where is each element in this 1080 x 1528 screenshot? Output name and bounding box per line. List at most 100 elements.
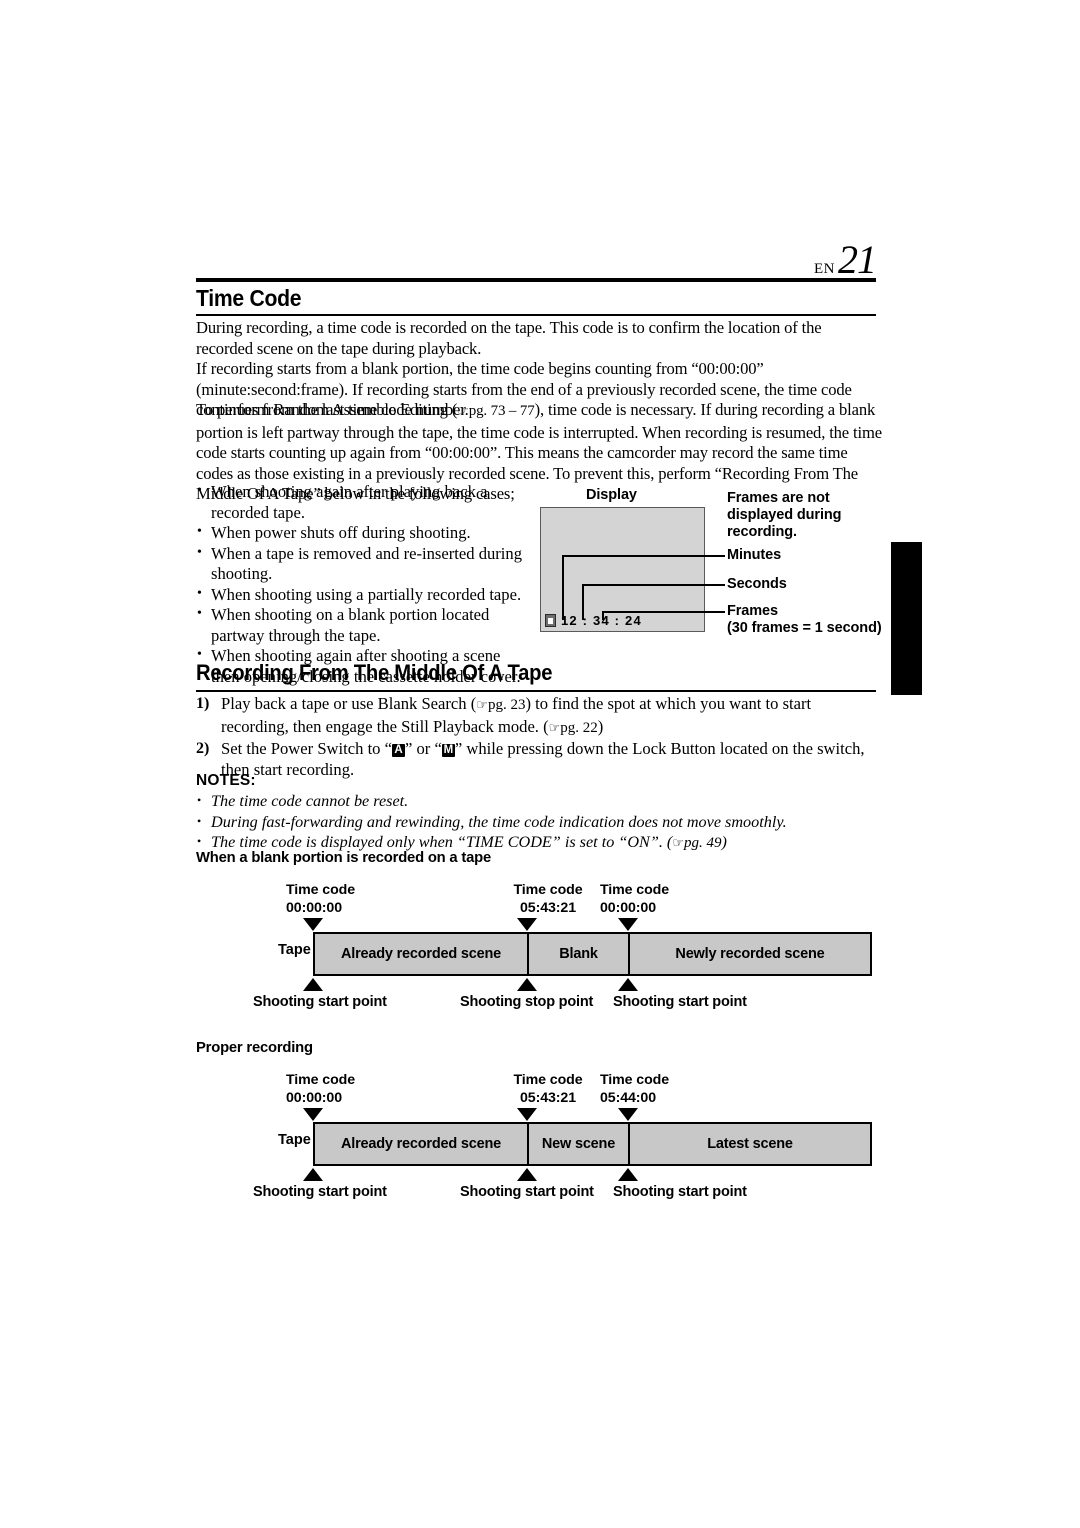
list-item: When shooting using a partially recorded… bbox=[196, 584, 526, 606]
display-caption: Display bbox=[586, 487, 637, 503]
step-item-2: 2) Set the Power Switch to “A” or “M” whi… bbox=[196, 739, 882, 780]
timecode-callout-1: Time code 00:00:00 bbox=[286, 1072, 355, 1107]
tape-segment-blank: Blank bbox=[527, 934, 628, 974]
step-number: 2) bbox=[196, 740, 210, 757]
leader-line-seconds-vertical bbox=[582, 584, 584, 620]
power-switch-manual-icon: M bbox=[441, 744, 455, 757]
timecode-label: Time code bbox=[600, 882, 670, 898]
diagram-title: Proper recording bbox=[196, 1040, 313, 1056]
leader-line-frames-horizontal bbox=[602, 611, 725, 613]
point-label-shooting-start-3: Shooting start point bbox=[613, 1184, 747, 1200]
recording-steps-list: 1) Play back a tape or use Blank Search (… bbox=[196, 694, 882, 780]
note-item: During fast-forwarding and rewinding, th… bbox=[196, 811, 882, 833]
page-reference-link[interactable]: pg. 22 bbox=[560, 720, 598, 736]
section-underline-recording-middle bbox=[196, 690, 876, 692]
marker-triangle-down bbox=[303, 1108, 323, 1121]
note-text-tail: ) bbox=[721, 833, 727, 851]
marker-triangle-up bbox=[303, 1168, 323, 1181]
list-item: When shooting again after playing back a… bbox=[196, 481, 526, 523]
step-text-mid: ” or “ bbox=[405, 739, 442, 758]
timecode-callout-2: Time code 05:43:21 bbox=[498, 882, 598, 917]
point-label-shooting-start-1: Shooting start point bbox=[253, 994, 387, 1010]
pointing-hand-icon: ☞ bbox=[457, 404, 469, 419]
paragraph-text: During recording, a time code is recorde… bbox=[196, 318, 822, 358]
pointing-hand-icon: ☞ bbox=[548, 720, 561, 736]
section-title-time-code: Time Code bbox=[196, 285, 302, 311]
callout-minutes: Minutes bbox=[727, 547, 782, 563]
section-underline-time-code bbox=[196, 314, 876, 316]
step-number: 1) bbox=[196, 695, 210, 712]
point-label-shooting-start-2: Shooting start point bbox=[460, 1184, 594, 1200]
leader-line-seconds-horizontal bbox=[582, 584, 725, 586]
leader-line-minutes-vertical bbox=[562, 555, 564, 620]
callout-seconds: Seconds bbox=[727, 576, 787, 592]
callout-frames-detail: (30 frames = 1 second) bbox=[727, 620, 882, 636]
diagram-proper-recording: Proper recording Time code 00:00:00 Time… bbox=[196, 1040, 886, 1200]
timecode-label: Time code bbox=[600, 1072, 670, 1088]
marker-triangle-down bbox=[618, 918, 638, 931]
tape-bar: Already recorded scene Blank Newly recor… bbox=[313, 932, 872, 976]
timecode-value: 00:00:00 bbox=[286, 899, 342, 916]
timecode-label: Time code bbox=[513, 882, 583, 898]
step-text-lead: Play back a tape or use Blank Search ( bbox=[221, 694, 477, 713]
marker-triangle-up bbox=[517, 1168, 537, 1181]
tape-segment-newly-recorded: Newly recorded scene bbox=[628, 934, 872, 974]
pointing-hand-icon: ☞ bbox=[476, 698, 488, 713]
section-title-recording-middle: Recording From The Middle Of A Tape bbox=[196, 660, 553, 685]
diagram-title: When a blank portion is recorded on a ta… bbox=[196, 850, 491, 866]
document-page: EN21 Time Code During recording, a time … bbox=[0, 0, 1080, 1528]
tape-segment-new-scene: New scene bbox=[527, 1124, 628, 1164]
timecode-value: 05:43:21 bbox=[520, 1089, 576, 1106]
marker-triangle-down bbox=[618, 1108, 638, 1121]
marker-triangle-up bbox=[517, 978, 537, 991]
page-reference-link[interactable]: pg. 73 – 77 bbox=[469, 403, 535, 419]
point-label-shooting-start-2: Shooting start point bbox=[613, 994, 747, 1010]
timecode-label: Time code bbox=[513, 1072, 583, 1088]
step-text-lead: Set the Power Switch to “ bbox=[221, 739, 392, 758]
language-code: EN bbox=[814, 254, 835, 278]
pointing-hand-icon: ☞ bbox=[672, 836, 684, 851]
tape-segment-latest-scene: Latest scene bbox=[628, 1124, 872, 1164]
timecode-label: Time code bbox=[286, 1072, 356, 1088]
callout-frames: Frames (30 frames = 1 second) bbox=[727, 603, 892, 637]
callout-frames-not-displayed: Frames are not displayed during recordin… bbox=[727, 490, 842, 540]
notes-title: NOTES: bbox=[196, 772, 256, 789]
marker-triangle-down bbox=[517, 918, 537, 931]
page-header: EN21 bbox=[196, 236, 877, 283]
page-number: 21 bbox=[838, 237, 877, 282]
cassette-tape-icon bbox=[545, 614, 556, 627]
timecode-callout-2: Time code 05:43:21 bbox=[498, 1072, 598, 1107]
paragraph-lead: To perform Random Assemble Editing ( bbox=[196, 400, 458, 419]
marker-triangle-up bbox=[618, 978, 638, 991]
timecode-value: 00:00:00 bbox=[286, 1089, 342, 1106]
timecode-callout-3: Time code 05:44:00 bbox=[600, 1072, 669, 1107]
list-item: When a tape is removed and re-inserted d… bbox=[196, 543, 526, 585]
marker-triangle-down bbox=[517, 1108, 537, 1121]
header-rule bbox=[196, 278, 876, 282]
power-switch-auto-icon: A bbox=[392, 744, 405, 757]
timecode-callout-1: Time code 00:00:00 bbox=[286, 882, 355, 917]
time-code-paragraph-1: During recording, a time code is recorde… bbox=[196, 318, 882, 359]
step-text-tail: ) bbox=[597, 716, 604, 736]
timecode-value: 05:43:21 bbox=[520, 899, 576, 916]
step-item-1: 1) Play back a tape or use Blank Search (… bbox=[196, 694, 882, 739]
display-figure: Display 12 : 34 : 24 Frames are not disp… bbox=[540, 487, 890, 647]
marker-triangle-up bbox=[618, 1168, 638, 1181]
chapter-edge-marker bbox=[891, 542, 922, 695]
note-text-lead: The time code is displayed only when “TI… bbox=[211, 833, 673, 851]
timecode-value: 05:44:00 bbox=[600, 1089, 656, 1106]
tape-segment-already-recorded: Already recorded scene bbox=[313, 1124, 527, 1164]
diagram-blank-portion: When a blank portion is recorded on a ta… bbox=[196, 850, 886, 1010]
page-reference-link[interactable]: pg. 23 bbox=[488, 697, 526, 713]
notes-list: The time code cannot be reset. During fa… bbox=[196, 790, 882, 855]
note-item: The time code cannot be reset. bbox=[196, 790, 882, 812]
tape-bar: Already recorded scene New scene Latest … bbox=[313, 1122, 872, 1166]
leader-line-minutes-horizontal bbox=[562, 555, 725, 557]
tape-label: Tape bbox=[278, 1132, 311, 1148]
point-label-shooting-stop: Shooting stop point bbox=[460, 994, 594, 1010]
time-code-conditions-list: When shooting again after playing back a… bbox=[196, 481, 526, 687]
viewfinder-display-panel: 12 : 34 : 24 bbox=[540, 507, 705, 632]
marker-triangle-up bbox=[303, 978, 323, 991]
list-item: When power shuts off during shooting. bbox=[196, 522, 526, 544]
page-reference-link[interactable]: pg. 49 bbox=[684, 835, 722, 851]
